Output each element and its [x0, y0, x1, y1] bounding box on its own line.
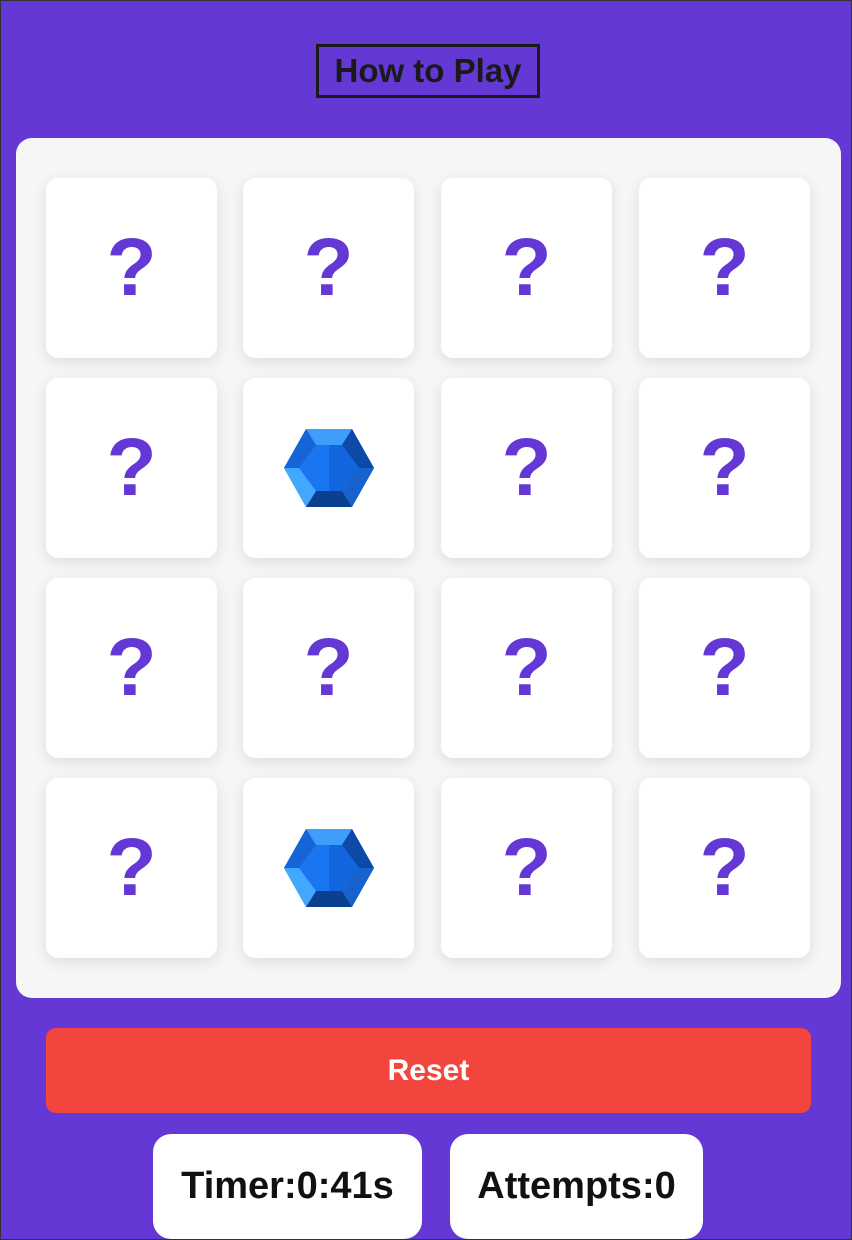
card-hidden[interactable]: ? [639, 378, 810, 558]
question-mark-icon: ? [699, 422, 750, 513]
card-hidden[interactable]: ? [441, 378, 612, 558]
card-hidden[interactable]: ? [46, 578, 217, 758]
question-mark-icon: ? [106, 822, 157, 913]
question-mark-icon: ? [699, 822, 750, 913]
reset-button[interactable]: Reset [46, 1028, 811, 1113]
card-hidden[interactable]: ? [441, 578, 612, 758]
card-hidden[interactable]: ? [46, 778, 217, 958]
question-mark-icon: ? [699, 222, 750, 313]
card-hidden[interactable]: ? [441, 778, 612, 958]
card-revealed[interactable] [243, 778, 414, 958]
question-mark-icon: ? [501, 622, 552, 713]
card-revealed[interactable] [243, 378, 414, 558]
card-hidden[interactable]: ? [639, 178, 810, 358]
blue-gem-icon [283, 429, 374, 507]
attempts-counter: Attempts:0 [450, 1134, 703, 1239]
question-mark-icon: ? [501, 422, 552, 513]
question-mark-icon: ? [501, 222, 552, 313]
question-mark-icon: ? [501, 822, 552, 913]
question-mark-icon: ? [106, 422, 157, 513]
card-hidden[interactable]: ? [441, 178, 612, 358]
how-to-play-button[interactable]: How to Play [316, 44, 540, 98]
card-hidden[interactable]: ? [243, 178, 414, 358]
card-hidden[interactable]: ? [243, 578, 414, 758]
question-mark-icon: ? [106, 622, 157, 713]
card-hidden[interactable]: ? [639, 578, 810, 758]
blue-gem-icon [283, 829, 374, 907]
timer-display: Timer:0:41s [153, 1134, 422, 1239]
question-mark-icon: ? [106, 222, 157, 313]
card-hidden[interactable]: ? [46, 178, 217, 358]
question-mark-icon: ? [699, 622, 750, 713]
question-mark-icon: ? [303, 622, 354, 713]
card-hidden[interactable]: ? [639, 778, 810, 958]
game-board: ? ? ? ? ? ? ? ? ? ? ? ? ? ? [16, 138, 841, 998]
card-hidden[interactable]: ? [46, 378, 217, 558]
question-mark-icon: ? [303, 222, 354, 313]
